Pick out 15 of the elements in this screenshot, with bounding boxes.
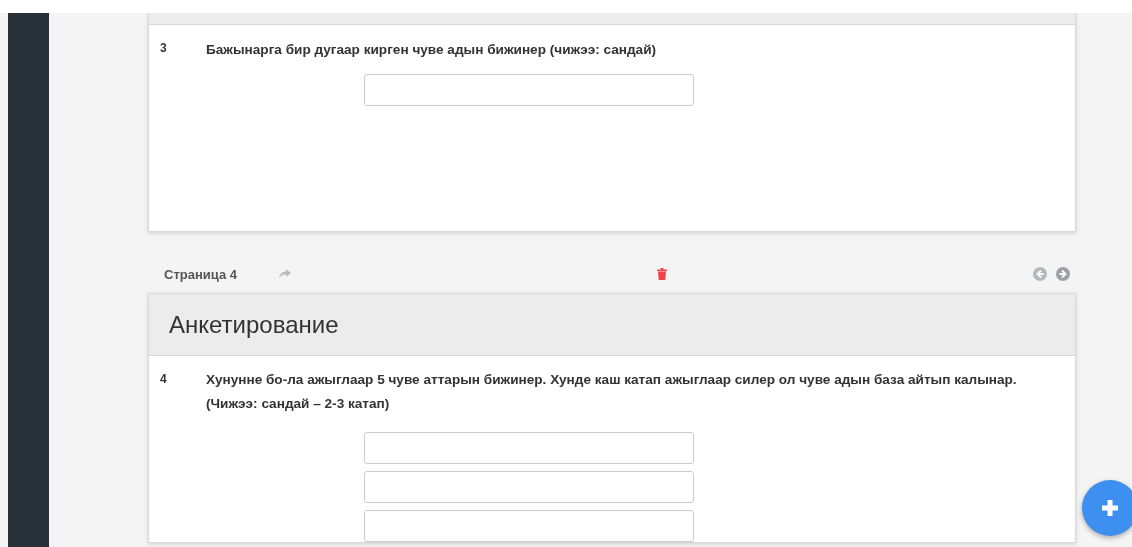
section-title: Анкетирование	[149, 294, 1075, 356]
answer-field[interactable]	[364, 432, 694, 464]
question-text: Хунунне бо-ла ажыглаар 5 чуве аттарын бижинер. Хунде каш катап ажыглаар силер ол чуве адын база айтып калынар. (Чижээ: сандай – 2-3 катап)	[206, 371, 1018, 413]
answer-field[interactable]	[364, 471, 694, 503]
question-number: 3	[160, 41, 168, 57]
question-text: Бажынарга бир дугаар кирген чуве адын бижинер (чижээ: сандай)	[206, 41, 657, 59]
plus-icon	[1100, 498, 1120, 518]
left-arrow-icon[interactable]	[1033, 267, 1047, 281]
answer-field[interactable]	[364, 510, 694, 542]
answer-field[interactable]	[364, 74, 694, 106]
trash-icon[interactable]	[657, 268, 667, 280]
page-label: Страница 4	[164, 266, 237, 282]
question-number: 4	[160, 372, 168, 388]
share-arrow-icon[interactable]	[279, 269, 291, 279]
right-arrow-icon[interactable]	[1056, 267, 1070, 281]
